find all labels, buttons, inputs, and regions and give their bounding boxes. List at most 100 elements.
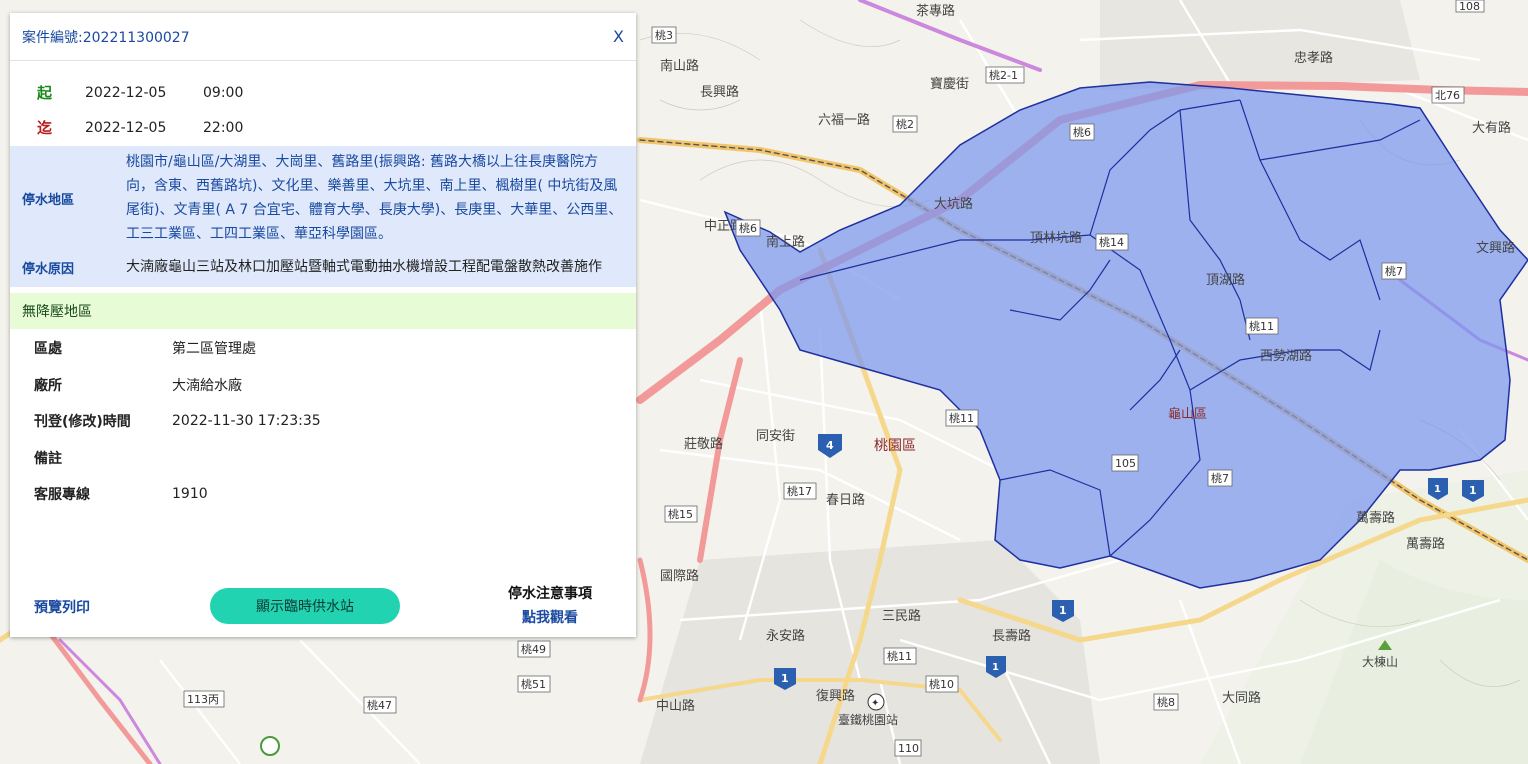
case-number: 案件編號:202211300027	[22, 29, 190, 46]
area-value: 桃園市/龜山區/大湖里、大崗里、舊路里(振興路: 舊路大橋以上往長庚醫院方向，含…	[126, 154, 623, 242]
notice-view-link[interactable]: 點我觀看	[490, 607, 610, 627]
svg-text:國際路: 國際路	[660, 568, 699, 584]
svg-text:桃11: 桃11	[949, 411, 974, 425]
svg-text:1: 1	[1059, 604, 1067, 617]
svg-text:桃10: 桃10	[929, 677, 954, 691]
svg-text:大棟山: 大棟山	[1362, 654, 1398, 669]
start-date: 2022-12-05	[85, 84, 167, 101]
panel-footer: 預覽列印 顯示臨時供水站 停水注意事項 點我觀看	[10, 585, 636, 631]
start-tag: 起	[37, 84, 53, 102]
svg-text:桃14: 桃14	[1099, 235, 1124, 249]
svg-text:桃2-1: 桃2-1	[989, 68, 1018, 82]
svg-text:龜山區: 龜山區	[1168, 407, 1207, 422]
svg-text:長壽路: 長壽路	[992, 628, 1031, 644]
detail-list: 區處 第二區管理處 廠所 大湳給水廠 刊登(修改)時間 2022-11-30 1…	[10, 329, 636, 513]
detail-row-remarks: 備註	[10, 440, 636, 477]
end-time-row: 迄 2022-12-05 22:00	[10, 110, 636, 145]
svg-text:忠孝路: 忠孝路	[1294, 50, 1333, 66]
detail-label: 刊登(修改)時間	[34, 414, 131, 431]
svg-text:頂林坑路: 頂林坑路	[1030, 230, 1082, 246]
svg-text:文興路: 文興路	[1476, 240, 1515, 256]
svg-text:桃園區: 桃園區	[874, 438, 916, 454]
svg-text:1: 1	[1469, 484, 1477, 497]
svg-text:西勢湖路: 西勢湖路	[1260, 348, 1312, 364]
svg-text:桃15: 桃15	[668, 507, 693, 521]
svg-text:大坑路: 大坑路	[934, 196, 973, 212]
svg-text:春日路: 春日路	[826, 492, 865, 508]
svg-text:桃6: 桃6	[1073, 125, 1091, 139]
svg-text:南上路: 南上路	[766, 234, 805, 250]
outage-info-panel: 案件編號:202211300027 X 起 2022-12-05 09:00 迄…	[10, 13, 636, 637]
svg-text:復興路: 復興路	[816, 688, 855, 704]
reason-row: 停水原因 大湳廠龜山三站及林口加壓站暨軸式電動抽水機增設工程配電盤散熱改善施作	[10, 250, 636, 287]
svg-text:4: 4	[826, 439, 834, 452]
svg-text:1: 1	[1434, 484, 1441, 495]
svg-text:長興路: 長興路	[700, 84, 739, 100]
notice-title: 停水注意事項	[508, 586, 592, 602]
panel-header: 案件編號:202211300027 X	[10, 13, 636, 61]
time-range: 起 2022-12-05 09:00 迄 2022-12-05 22:00	[10, 61, 636, 145]
svg-text:桃17: 桃17	[787, 484, 812, 498]
svg-text:臺鐵桃園站: 臺鐵桃園站	[838, 712, 898, 727]
detail-value: 大湳給水廠	[172, 377, 242, 394]
reason-label: 停水原因	[22, 261, 75, 277]
print-preview-link[interactable]: 預覽列印	[34, 597, 90, 617]
detail-label: 廠所	[34, 377, 62, 394]
svg-text:永安路: 永安路	[766, 628, 805, 644]
end-tag: 迄	[37, 119, 53, 137]
svg-text:三民路: 三民路	[882, 608, 921, 624]
svg-text:茶專路: 茶專路	[916, 3, 955, 19]
svg-text:桃3: 桃3	[655, 28, 673, 42]
svg-text:桃7: 桃7	[1385, 264, 1403, 278]
svg-text:桃11: 桃11	[887, 649, 912, 663]
detail-row-hotline: 客服專線 1910	[10, 476, 636, 513]
svg-text:桃7: 桃7	[1211, 471, 1229, 485]
detail-label: 客服專線	[34, 487, 90, 504]
svg-text:大同路: 大同路	[1222, 690, 1261, 706]
svg-text:萬壽路: 萬壽路	[1356, 510, 1395, 526]
svg-text:113丙: 113丙	[187, 693, 219, 706]
detail-row-plant: 廠所 大湳給水廠	[10, 367, 636, 404]
svg-text:萬壽路: 萬壽路	[1406, 536, 1445, 552]
svg-text:莊敬路: 莊敬路	[684, 436, 723, 452]
svg-text:寶慶街: 寶慶街	[930, 76, 969, 92]
svg-text:桃2: 桃2	[896, 117, 914, 131]
area-label: 停水地區	[22, 192, 75, 208]
detail-value: 2022-11-30 17:23:35	[172, 413, 321, 430]
area-row: 停水地區 桃園市/龜山區/大湖里、大崗里、舊路里(振興路: 舊路大橋以上往長庚醫…	[10, 146, 636, 250]
svg-text:桃8: 桃8	[1157, 695, 1175, 709]
detail-label: 區處	[34, 341, 62, 358]
detail-label: 備註	[34, 450, 62, 467]
svg-text:110: 110	[898, 742, 919, 755]
svg-text:桃49: 桃49	[521, 642, 546, 656]
outage-notice: 停水注意事項 點我觀看	[490, 583, 610, 627]
end-time: 22:00	[203, 119, 244, 136]
svg-text:南山路: 南山路	[660, 58, 699, 74]
svg-text:1: 1	[992, 662, 999, 673]
show-temp-water-station-button[interactable]: 顯示臨時供水站	[210, 588, 400, 624]
svg-text:桃11: 桃11	[1249, 319, 1274, 333]
detail-value: 第二區管理處	[172, 341, 256, 358]
detail-row-published: 刊登(修改)時間 2022-11-30 17:23:35	[10, 403, 636, 440]
svg-text:同安街: 同安街	[756, 429, 795, 444]
svg-text:北76: 北76	[1435, 89, 1460, 102]
svg-text:1: 1	[781, 672, 789, 685]
svg-text:中山路: 中山路	[656, 698, 695, 714]
svg-text:桃51: 桃51	[521, 677, 546, 691]
svg-text:大有路: 大有路	[1472, 120, 1511, 136]
outage-details-block: 停水地區 桃園市/龜山區/大湖里、大崗里、舊路里(振興路: 舊路大橋以上往長庚醫…	[10, 146, 636, 287]
svg-text:桃47: 桃47	[367, 698, 392, 712]
start-time-row: 起 2022-12-05 09:00	[10, 75, 636, 110]
detail-value: 1910	[172, 486, 208, 503]
svg-text:六福一路: 六福一路	[818, 112, 870, 128]
svg-text:桃6: 桃6	[739, 221, 757, 235]
start-time: 09:00	[203, 84, 244, 101]
svg-text:✦: ✦	[871, 698, 879, 709]
reason-value: 大湳廠龜山三站及林口加壓站暨軸式電動抽水機增設工程配電盤散熱改善施作	[126, 259, 602, 275]
svg-text:頂湖路: 頂湖路	[1206, 272, 1245, 288]
end-date: 2022-12-05	[85, 119, 167, 136]
close-button[interactable]: X	[613, 27, 624, 46]
svg-text:108: 108	[1459, 0, 1480, 13]
detail-row-district: 區處 第二區管理處	[10, 330, 636, 367]
svg-text:105: 105	[1115, 457, 1136, 470]
